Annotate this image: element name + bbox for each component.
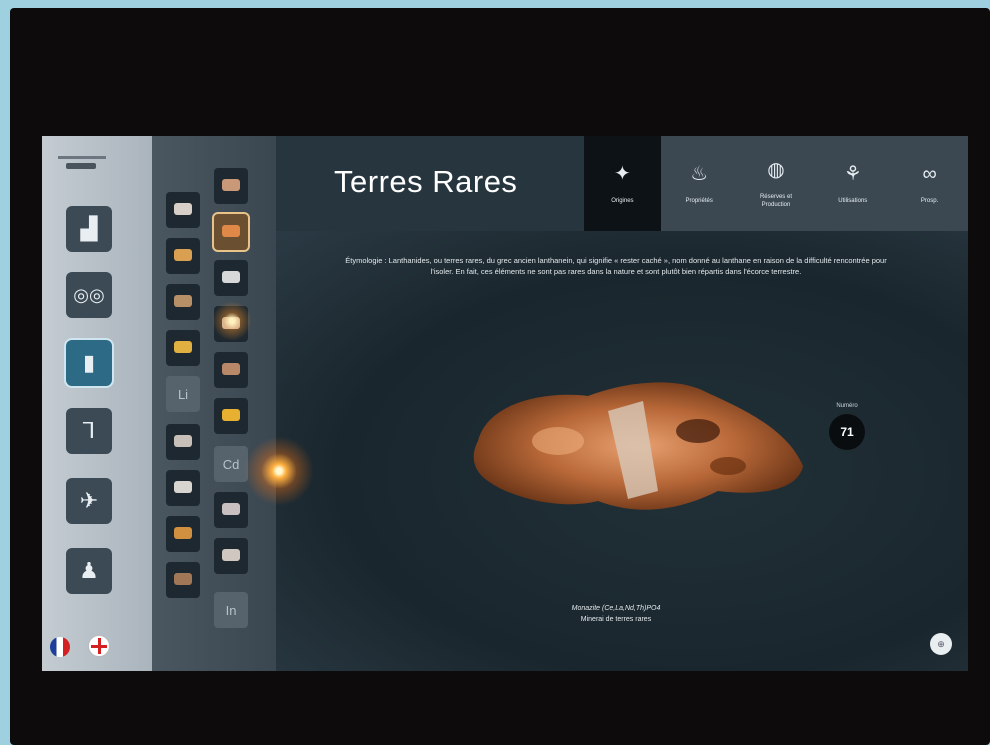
element-tile[interactable] (214, 260, 248, 296)
mineral-icon (222, 270, 240, 283)
tab-label: Utilisations (838, 197, 868, 204)
category-bicycle[interactable]: ◎◎ (66, 272, 112, 318)
element-tile[interactable] (166, 424, 200, 460)
museum-logo (58, 152, 118, 182)
element-tile[interactable] (214, 538, 248, 574)
element-symbol: In (225, 602, 237, 618)
compass-icon: ✦ (614, 162, 631, 185)
etymology-text: Étymologie : Lanthanides, ou terres rare… (345, 256, 887, 276)
element-tile[interactable] (166, 330, 200, 366)
zoom-button[interactable]: ⊕ (930, 633, 952, 655)
flame-icon: ♨ (690, 162, 709, 185)
globe-icon: ◍ (767, 158, 785, 181)
element-tile[interactable] (166, 562, 200, 598)
element-tile[interactable] (166, 470, 200, 506)
tab-label: Prosp. (920, 197, 939, 204)
tab-reserves-production[interactable]: ◍ Réserves et Production (737, 136, 815, 231)
mineral-icon (222, 224, 240, 237)
element-tile[interactable] (166, 516, 200, 552)
element-tile[interactable] (214, 492, 248, 528)
element-tile[interactable] (166, 284, 200, 320)
tab-prospection[interactable]: ∞ Prosp. (891, 136, 968, 231)
mineral-icon (222, 408, 240, 421)
tab-proprietes[interactable]: ♨ Propriétés (660, 136, 738, 231)
binoculars-icon: ∞ (922, 162, 937, 185)
category-airplane[interactable]: ✈ (66, 478, 112, 524)
bicycle-icon: ◎◎ (73, 284, 105, 305)
element-tile-in[interactable]: In (214, 592, 248, 628)
tab-label: Origines (611, 197, 634, 204)
mineral-icon (222, 502, 240, 515)
tab-bar: ✦ Origines ♨ Propriétés ◍ Réserves et Pr… (584, 136, 968, 231)
french-flag-icon[interactable] (50, 637, 70, 657)
mineral-icon (174, 434, 192, 447)
mineral-icon (174, 202, 192, 215)
element-grid: Li Cd In (152, 136, 276, 671)
element-tile-li[interactable]: Li (166, 376, 200, 412)
element-tile[interactable] (214, 352, 248, 388)
page-title: Terres Rares (334, 164, 518, 199)
element-tile-selected[interactable] (214, 214, 248, 250)
smartphone-icon: ▮ (82, 350, 96, 375)
kiosk-screen: ▟ ◎◎ ▮ ꓶ ✈ ♟ Li Cd In Terres Rares ✦ Ori… (42, 136, 968, 671)
element-tile[interactable] (166, 192, 200, 228)
header: Terres Rares ✦ Origines ♨ Propriétés ◍ R… (276, 136, 968, 231)
category-hip-implant[interactable]: ꓶ (66, 408, 112, 454)
element-tile[interactable] (214, 168, 248, 204)
mineral-icon (222, 548, 240, 561)
light-glare (212, 301, 252, 341)
element-symbol: Cd (222, 456, 240, 472)
category-building[interactable]: ▟ (66, 206, 112, 252)
specimen-caption: Monazite (Ce,La,Nd,Th)PO4 Minerai de ter… (526, 603, 706, 625)
mineral-icon (174, 248, 192, 261)
zoom-icon: ⊕ (937, 638, 945, 649)
mineral-specimen-image (473, 382, 803, 510)
category-person[interactable]: ♟ (66, 548, 112, 594)
tab-origines[interactable]: ✦ Origines (584, 136, 661, 231)
airplane-icon: ✈ (79, 488, 99, 513)
mineral-icon (222, 178, 240, 191)
mineral-icon (174, 572, 192, 585)
light-glare (244, 436, 314, 506)
atomic-number-label: Numéro (836, 403, 858, 409)
english-flag-icon[interactable] (88, 635, 110, 657)
element-symbol: Li (177, 386, 189, 402)
hip-implant-icon: ꓶ (82, 418, 96, 443)
tab-label: Propriétés (685, 197, 713, 204)
element-tile-cd[interactable]: Cd (214, 446, 248, 482)
atomic-number-badge: Numéro 71 (822, 403, 872, 450)
element-tile[interactable] (214, 398, 248, 434)
element-tile[interactable] (166, 238, 200, 274)
mineral-icon (174, 340, 192, 353)
building-icon: ▟ (80, 216, 98, 241)
category-sidebar: ▟ ◎◎ ▮ ꓶ ✈ ♟ (42, 136, 152, 671)
mineral-icon (174, 294, 192, 307)
specimen-name: Monazite (Ce,La,Nd,Th)PO4 (571, 605, 661, 612)
specimen-description: Minerai de terres rares (580, 616, 652, 623)
category-smartphone[interactable]: ▮ (66, 340, 112, 386)
plant-icon: ⚘ (843, 162, 862, 185)
mineral-icon (174, 526, 192, 539)
person-icon: ♟ (79, 558, 99, 583)
mineral-icon (222, 362, 240, 375)
atomic-number: 71 (829, 414, 865, 450)
mineral-icon (174, 480, 192, 493)
tab-label: Réserves et Production (759, 193, 792, 208)
content-area: Étymologie : Lanthanides, ou terres rare… (212, 231, 968, 671)
tab-utilisations[interactable]: ⚘ Utilisations (814, 136, 892, 231)
